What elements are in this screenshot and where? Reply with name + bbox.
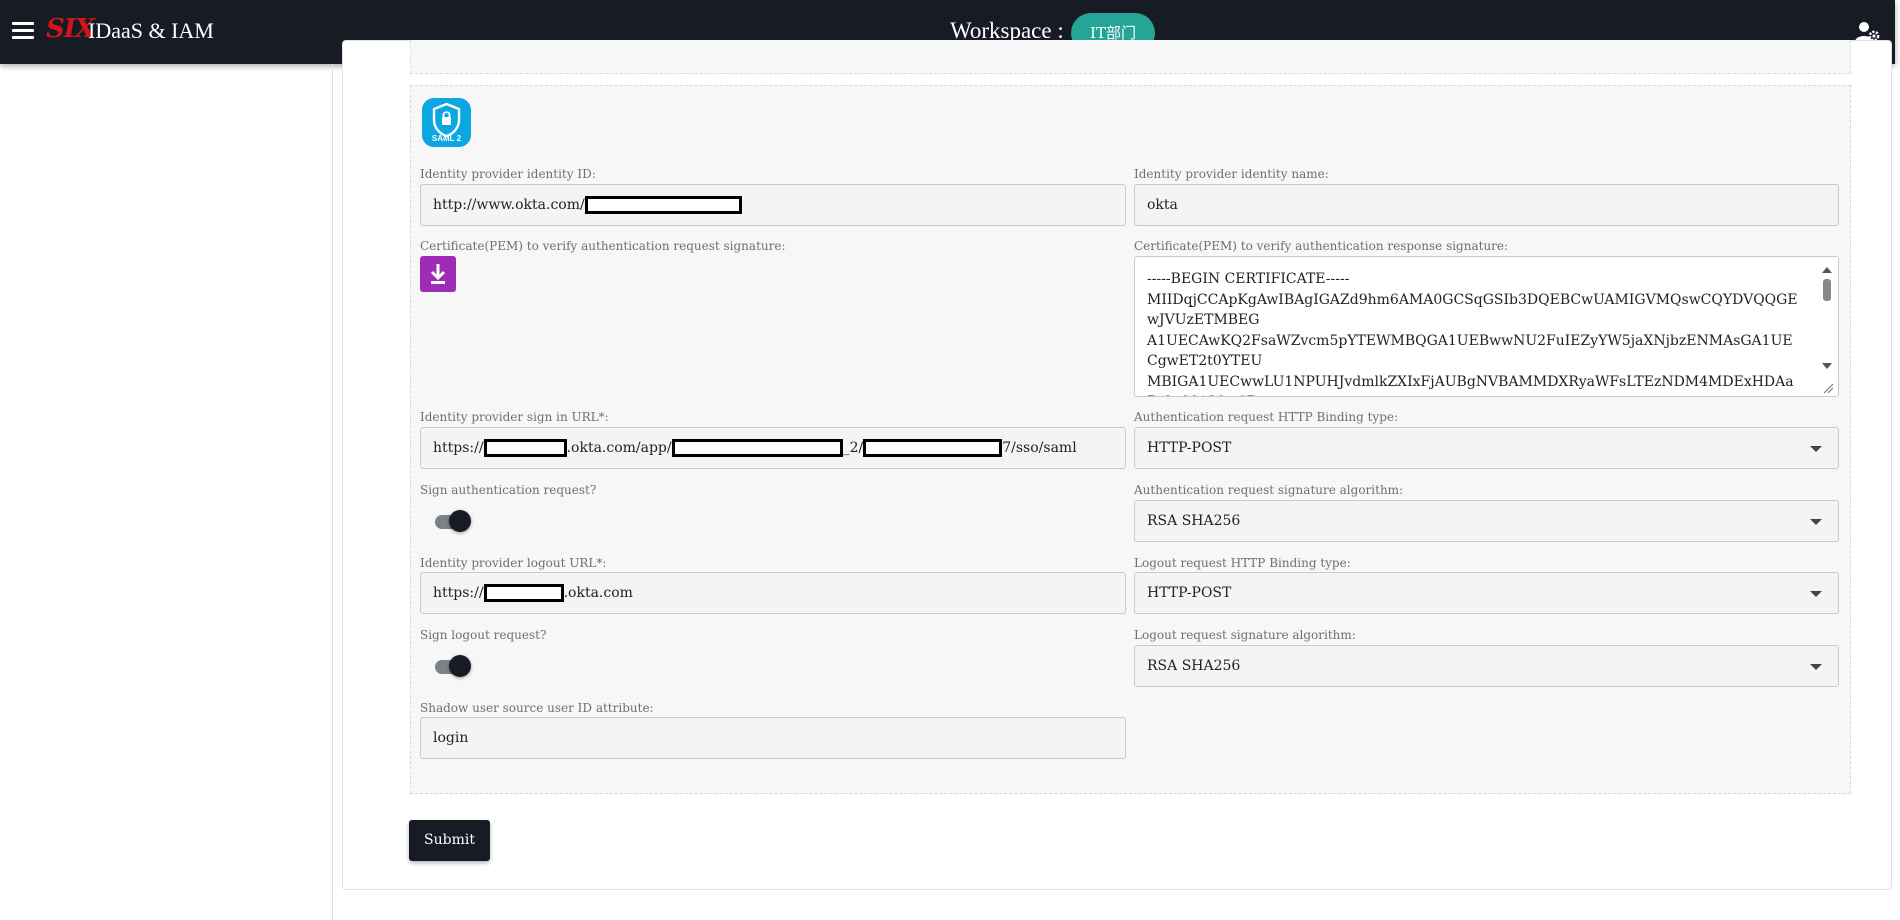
- sign-in-url-part4: 7/sso/saml: [1002, 440, 1077, 456]
- redacted-block: [671, 439, 843, 457]
- redacted-block: [584, 196, 742, 214]
- auth-binding-label: Authentication request HTTP Binding type…: [1134, 410, 1399, 424]
- idp-identity-name-input[interactable]: okta: [1134, 184, 1839, 226]
- sign-in-url-part3: _2/: [842, 440, 864, 456]
- chevron-down-icon: [1810, 591, 1822, 597]
- logout-url-part1: https://: [433, 585, 484, 601]
- logout-sig-alg-select[interactable]: RSA SHA256: [1134, 645, 1839, 687]
- cert-textarea-scrollbar[interactable]: [1816, 257, 1838, 396]
- sign-auth-toggle[interactable]: [433, 510, 471, 532]
- download-icon: [430, 264, 446, 284]
- submit-button[interactable]: Submit: [409, 820, 490, 861]
- sign-logout-label: Sign logout request?: [420, 628, 547, 642]
- shadow-attr-input[interactable]: login: [420, 717, 1126, 759]
- logout-url-input[interactable]: https:// .okta.com: [420, 572, 1126, 614]
- auth-binding-value: HTTP-POST: [1147, 440, 1232, 456]
- chevron-down-icon: [1810, 446, 1822, 452]
- redacted-block: [483, 439, 567, 457]
- hamburger-menu-icon[interactable]: [12, 22, 34, 40]
- chevron-down-icon: [1810, 664, 1822, 670]
- redacted-block: [863, 439, 1003, 457]
- auth-sig-alg-label: Authentication request signature algorit…: [1134, 483, 1404, 497]
- sign-auth-label: Sign authentication request?: [420, 483, 597, 497]
- logout-binding-select[interactable]: HTTP-POST: [1134, 572, 1839, 614]
- cert-request-label: Certificate(PEM) to verify authenticatio…: [420, 239, 786, 253]
- idp-identity-name-label: Identity provider identity name:: [1134, 167, 1329, 181]
- shadow-attr-value: login: [433, 730, 469, 746]
- idp-identity-id-label: Identity provider identity ID:: [420, 167, 596, 181]
- saml2-shield-icon: SAML 2: [422, 98, 471, 147]
- auth-sig-alg-select[interactable]: RSA SHA256: [1134, 500, 1839, 542]
- sign-in-url-part1: https://: [433, 440, 484, 456]
- previous-section-edge: [410, 40, 1851, 74]
- logout-url-label: Identity provider logout URL*:: [420, 556, 607, 570]
- sign-logout-toggle[interactable]: [433, 655, 471, 677]
- cert-response-textarea[interactable]: -----BEGIN CERTIFICATE----- MIIDqjCCApKg…: [1134, 256, 1839, 397]
- sign-in-url-part2: .okta.com/app/: [566, 440, 672, 456]
- brand-logo: SIX: [46, 14, 95, 44]
- auth-sig-alg-value: RSA SHA256: [1147, 513, 1241, 529]
- logout-url-part2: .okta.com: [563, 585, 633, 601]
- download-certificate-button[interactable]: [420, 256, 456, 292]
- idp-identity-id-input[interactable]: http://www.okta.com/: [420, 184, 1126, 226]
- sidebar-divider: [332, 64, 333, 920]
- auth-binding-select[interactable]: HTTP-POST: [1134, 427, 1839, 469]
- shadow-attr-label: Shadow user source user ID attribute:: [420, 701, 654, 715]
- chevron-down-icon: [1810, 519, 1822, 525]
- logout-sig-alg-value: RSA SHA256: [1147, 658, 1241, 674]
- saml2-icon-label: SAML 2: [431, 134, 462, 143]
- logout-binding-label: Logout request HTTP Binding type:: [1134, 556, 1351, 570]
- idp-identity-name-value: okta: [1147, 197, 1178, 213]
- cert-response-label: Certificate(PEM) to verify authenticatio…: [1134, 239, 1509, 253]
- redacted-block: [483, 584, 564, 602]
- sign-in-url-input[interactable]: https:// .okta.com/app/ _2/7/sso/saml: [420, 427, 1126, 469]
- logout-sig-alg-label: Logout request signature algorithm:: [1134, 628, 1356, 642]
- app-title: IDaaS & IAM: [88, 18, 214, 43]
- sign-in-url-label: Identity provider sign in URL*:: [420, 410, 609, 424]
- logout-binding-value: HTTP-POST: [1147, 585, 1232, 601]
- idp-identity-id-value: http://www.okta.com/: [433, 197, 585, 213]
- cert-response-text: -----BEGIN CERTIFICATE----- MIIDqjCCApKg…: [1147, 271, 1798, 396]
